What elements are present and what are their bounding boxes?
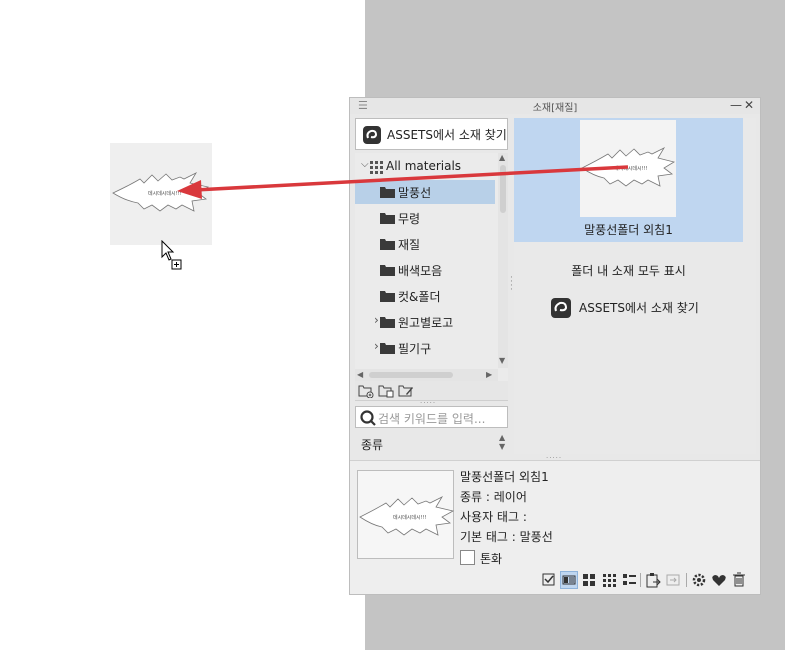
scroll-left-icon[interactable]: ◀ <box>357 370 363 379</box>
large-thumb-view-icon[interactable] <box>580 571 598 589</box>
small-thumb-view-icon[interactable] <box>600 571 618 589</box>
assets-search-link[interactable]: ASSETS에서 소재 찾기 <box>551 296 721 320</box>
search-placeholder: 검색 키워드를 입력... <box>378 412 486 426</box>
detail-view-icon[interactable] <box>560 571 578 589</box>
tree-item-label: 무령 <box>398 212 421 226</box>
kind-stepper-icon[interactable]: ▲ ▼ <box>499 433 505 451</box>
scroll-thumb[interactable] <box>369 372 453 378</box>
bubble-text: 데시데시데시!!! <box>148 190 182 197</box>
expand-icon[interactable]: ⌵ <box>361 159 369 170</box>
material-name: 말풍선폴더 외침1 <box>584 223 673 237</box>
detail-base-tag: 기본 태그 : 말풍선 <box>460 530 553 544</box>
tree-item-label: 필기구 <box>398 342 432 356</box>
folder-icon <box>380 342 395 357</box>
kind-filter[interactable]: 종류 ▲ ▼ <box>355 431 508 453</box>
drag-cursor-icon <box>160 239 186 274</box>
scroll-up-icon[interactable]: ▲ <box>499 153 505 162</box>
canvas-area[interactable] <box>0 0 365 650</box>
view-toolbar <box>540 571 755 591</box>
tree-item-label: 원고별로고 <box>398 316 454 330</box>
assets-logo-icon <box>551 298 571 321</box>
tree-item-label: 배색모음 <box>398 264 443 278</box>
toon-checkbox[interactable] <box>460 550 475 565</box>
close-icon[interactable]: ✕ <box>744 98 754 112</box>
expand-icon[interactable]: › <box>374 313 379 327</box>
detail-kind: 종류 : 레이어 <box>460 490 527 504</box>
settings-icon[interactable] <box>690 571 708 589</box>
bubble-text: 데시데시데시!!! <box>393 514 427 521</box>
folder-icon <box>380 212 395 227</box>
toon-label: 톤화 <box>480 552 503 566</box>
folder-icon <box>380 290 395 305</box>
bubble-text: 데시데시데시!!! <box>614 165 648 172</box>
folder-icon <box>380 264 395 279</box>
scroll-right-icon[interactable]: ▶ <box>486 370 492 379</box>
toolbar-separator <box>640 573 641 587</box>
folder-icon <box>380 316 395 331</box>
drag-preview-bubble: 데시데시데시!!! <box>110 143 212 245</box>
assets-search-button[interactable]: ASSETS에서 소재 찾기 <box>355 118 508 150</box>
rename-folder-icon[interactable] <box>398 384 414 401</box>
tree-item-label: 재질 <box>398 238 421 252</box>
show-all-materials-link[interactable]: 폴더 내 소재 모두 표시 <box>514 262 743 279</box>
material-palette: ☰ 소재[재질] — ✕ ASSETS에서 소재 찾기 ⌵ All materi… <box>349 97 761 595</box>
tree-item-all-materials[interactable]: ⌵ All materials <box>355 155 495 179</box>
tree-vertical-scrollbar[interactable]: ▲ ▼ <box>498 153 508 368</box>
tree-item-label: 말풍선 <box>398 186 432 200</box>
detail-name: 말풍선폴더 외침1 <box>460 470 549 484</box>
tree-item-label: 컷&폴더 <box>398 290 441 304</box>
palette-title: 소재[재질] <box>532 103 578 114</box>
detail-thumbnail: 데시데시데시!!! <box>357 470 455 559</box>
tree-horizontal-scrollbar[interactable]: ◀ ▶ <box>355 369 498 381</box>
new-folder-icon[interactable] <box>358 384 374 401</box>
favorite-icon[interactable] <box>710 571 728 589</box>
kind-label: 종류 <box>361 438 384 452</box>
assets-search-label: ASSETS에서 소재 찾기 <box>579 301 699 315</box>
search-icon <box>360 410 376 429</box>
paste-icon[interactable] <box>644 571 662 589</box>
tree-item-texture[interactable]: 재질 <box>355 232 495 256</box>
toolbar-separator <box>686 573 687 587</box>
tree-item-speech-bubble[interactable]: 말풍선 <box>355 180 495 204</box>
assets-search-label: ASSETS에서 소재 찾기 <box>387 128 507 142</box>
scroll-down-icon[interactable]: ▼ <box>499 356 505 365</box>
expand-icon[interactable]: › <box>374 339 379 353</box>
tree-item-color-sets[interactable]: 배색모음 <box>355 258 495 282</box>
checkbox-view-icon[interactable] <box>540 571 558 589</box>
tree-item-label: All materials <box>386 159 462 173</box>
replace-icon[interactable] <box>664 571 682 589</box>
tree-item-pattern[interactable]: 무령 <box>355 206 495 230</box>
search-field[interactable]: 검색 키워드를 입력... <box>355 406 508 428</box>
list-view-icon[interactable] <box>620 571 638 589</box>
minimize-icon[interactable]: — <box>730 98 742 112</box>
detail-user-tag: 사용자 태그 : <box>460 510 527 524</box>
material-detail-panel: 데시데시데시!!! 말풍선폴더 외침1 종류 : 레이어 사용자 태그 : 기본… <box>350 460 760 594</box>
tree-item-manuscript-logo[interactable]: › 원고별로고 <box>355 310 495 334</box>
assets-logo-icon <box>363 126 381 147</box>
folder-toolbar <box>355 381 508 401</box>
folder-icon <box>380 238 395 253</box>
material-folder-tree: ⌵ All materials 말풍선 무령 재질 배색모음 컷&폴더 › 원고… <box>355 153 508 381</box>
palette-titlebar[interactable]: ☰ 소재[재질] — ✕ <box>350 98 760 114</box>
material-tile[interactable]: 데시데시데시!!! 말풍선폴더 외침1 <box>514 118 743 242</box>
tree-item-writing-tools[interactable]: › 필기구 <box>355 336 495 360</box>
delete-icon[interactable] <box>730 571 748 589</box>
tree-item-cut-folder[interactable]: 컷&폴더 <box>355 284 495 308</box>
scroll-thumb[interactable] <box>500 165 506 213</box>
material-thumbnail: 데시데시데시!!! <box>580 120 676 217</box>
grid-icon <box>369 160 383 177</box>
delete-folder-icon[interactable] <box>378 384 394 401</box>
folder-icon <box>380 186 395 201</box>
material-list-pane: 데시데시데시!!! 말풍선폴더 외침1 폴더 내 소재 모두 표시 ASSETS… <box>514 118 756 454</box>
pane-splitter[interactable]: · · · · <box>510 274 513 295</box>
